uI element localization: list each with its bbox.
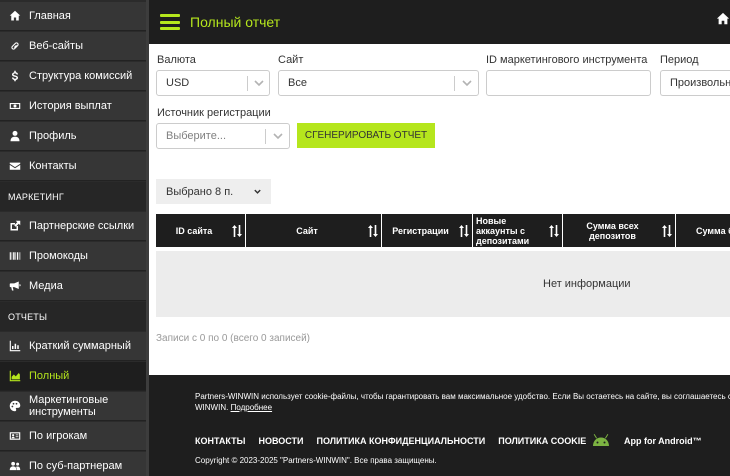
sort-icon [368,224,378,237]
sidebar-item-label: Профиль [29,130,77,142]
sidebar-item-short-summary[interactable]: Краткий суммарный [0,332,146,361]
site-select[interactable]: Все [278,70,479,96]
column-selector-button[interactable]: Выбрано 8 п. [156,179,271,204]
android-icon[interactable] [590,433,612,447]
currency-select[interactable]: USD [156,70,270,96]
sidebar-item-by-subpartners[interactable]: По суб-партнерам [0,452,146,476]
sidebar-item-label: Медиа [29,280,63,292]
column-header-new-deposit-accounts[interactable]: Новые аккаунты с депозитами [473,214,563,247]
cookie-more-link[interactable]: Подробнее [231,403,273,412]
home-icon [8,9,22,23]
sidebar-item-partner-links[interactable]: Партнерские ссылки [0,212,146,241]
hamburger-icon[interactable] [160,14,180,30]
column-header-registrations[interactable]: Регистрации [382,214,473,247]
chevron-down-icon [253,77,265,89]
user-icon [8,129,22,143]
copyright: Copyright © 2023-2025 "Partners-WINWIN".… [195,456,437,465]
envelope-icon [8,159,22,173]
page-title: Полный отчет [190,14,281,30]
column-selector-label: Выбрано 8 п. [166,185,234,198]
sort-icon [662,224,672,237]
sidebar-item-full-report[interactable]: Полный [0,362,146,391]
sidebar-item-media[interactable]: Медиа [0,272,146,301]
column-header-sum-b[interactable]: Сумма б [676,214,730,247]
sidebar-item-label: По суб-партнерам [29,460,123,472]
sidebar-item-label: Структура комиссий [29,70,133,82]
sidebar-item-marketing-tools[interactable]: Маркетинговые инструменты [0,392,146,421]
top-header: Полный отчет [149,0,730,44]
chart-bar-icon [8,339,22,353]
period-label: Период [660,54,699,66]
sidebar-item-payout-history[interactable]: История выплат [0,92,146,121]
period-select[interactable]: Произвольный [660,70,730,96]
currency-label: Валюта [157,54,196,66]
currency-value: USD [166,77,190,89]
footer-link-cookie-policy[interactable]: ПОЛИТИКА COOKIE [498,436,586,446]
sidebar-item-promocodes[interactable]: Промокоды [0,242,146,271]
footer-link-privacy[interactable]: ПОЛИТИКА КОНФИДЕНЦИАЛЬНОСТИ [316,436,485,446]
footer-links: КОНТАКТЫ НОВОСТИ ПОЛИТИКА КОНФИДЕНЦИАЛЬН… [195,436,599,446]
sidebar-item-label: Главная [29,10,71,22]
palette-icon [8,399,22,413]
chevron-down-icon [461,77,473,89]
sort-icon [549,224,559,237]
sidebar-item-label: Контакты [29,160,77,172]
sidebar-item-commission-structure[interactable]: Структура комиссий [0,62,146,91]
footer-link-contacts[interactable]: КОНТАКТЫ [195,436,245,446]
app-for-android-link[interactable]: App for Android™ [624,436,702,446]
sidebar-item-profile[interactable]: Профиль [0,122,146,151]
marketing-tool-id-input[interactable] [486,70,651,96]
sidebar-item-contacts[interactable]: Контакты [0,152,146,181]
sidebar-item-label: По игрокам [29,430,88,442]
sidebar-item-label: Партнерские ссылки [29,220,135,232]
cookie-tail: WINWIN. [195,403,229,412]
footer: Partners-WINWIN использует cookie-файлы,… [149,375,730,476]
period-value: Произвольный [670,77,730,89]
barcode-icon [8,249,22,263]
table-empty-row: Нет информации [156,251,730,317]
cookie-text: Partners-WINWIN использует cookie-файлы,… [195,392,730,401]
empty-message: Нет информации [543,278,631,290]
reg-source-placeholder: Выберите... [166,130,227,142]
sidebar-section-reports: ОТЧЕТЫ [0,302,146,331]
money-bill-icon [8,99,22,113]
bullhorn-icon [8,279,22,293]
dollar-icon [8,69,22,83]
marketing-tool-label: ID маркетингового инструмента [486,54,648,66]
sidebar-item-home[interactable]: Главная [0,2,146,31]
table-header: ID сайта Сайт Регистрации Новые аккаунты… [156,214,730,247]
sidebar-section-marketing: МАРКЕТИНГ [0,182,146,211]
sidebar-item-label: Маркетинговые инструменты [29,394,109,418]
chevron-down-icon [272,130,284,142]
generate-report-button[interactable]: СГЕНЕРИРОВАТЬ ОТЧЕТ [297,123,435,148]
site-label: Сайт [278,54,304,66]
sidebar-item-label: Промокоды [29,250,88,262]
sidebar-item-websites[interactable]: Веб-сайты [0,32,146,61]
reg-source-select[interactable]: Выберите... [156,123,290,149]
link-icon [8,39,22,53]
column-header-total-deposits[interactable]: Сумма всех депозитов [563,214,676,247]
chevron-down-icon [253,187,262,196]
home-icon[interactable] [716,12,730,26]
chart-area-icon [8,369,22,383]
sidebar-item-by-players[interactable]: По игрокам [0,422,146,451]
column-header-site-id[interactable]: ID сайта [156,214,246,247]
sidebar: Главная Веб-сайты Структура комиссий Ист… [0,0,149,476]
report-content: Валюта USD Сайт Все ID маркетингового ин… [149,44,730,375]
sidebar-item-label: Полный [29,370,70,382]
sidebar-item-label: Веб-сайты [29,40,84,52]
sidebar-item-label: История выплат [29,100,112,112]
column-header-site[interactable]: Сайт [246,214,382,247]
cookie-notice: Partners-WINWIN использует cookie-файлы,… [195,391,730,413]
footer-link-news[interactable]: НОВОСТИ [258,436,303,446]
site-value: Все [288,77,307,89]
sort-icon [459,224,469,237]
reg-source-label: Источник регистрации [157,107,271,119]
sidebar-item-label: Краткий суммарный [29,340,131,352]
sort-icon [232,224,242,237]
id-card-icon [8,429,22,443]
external-link-icon [8,219,22,233]
records-info: Записи с 0 по 0 (всего 0 записей) [156,333,311,344]
users-icon [8,459,22,473]
